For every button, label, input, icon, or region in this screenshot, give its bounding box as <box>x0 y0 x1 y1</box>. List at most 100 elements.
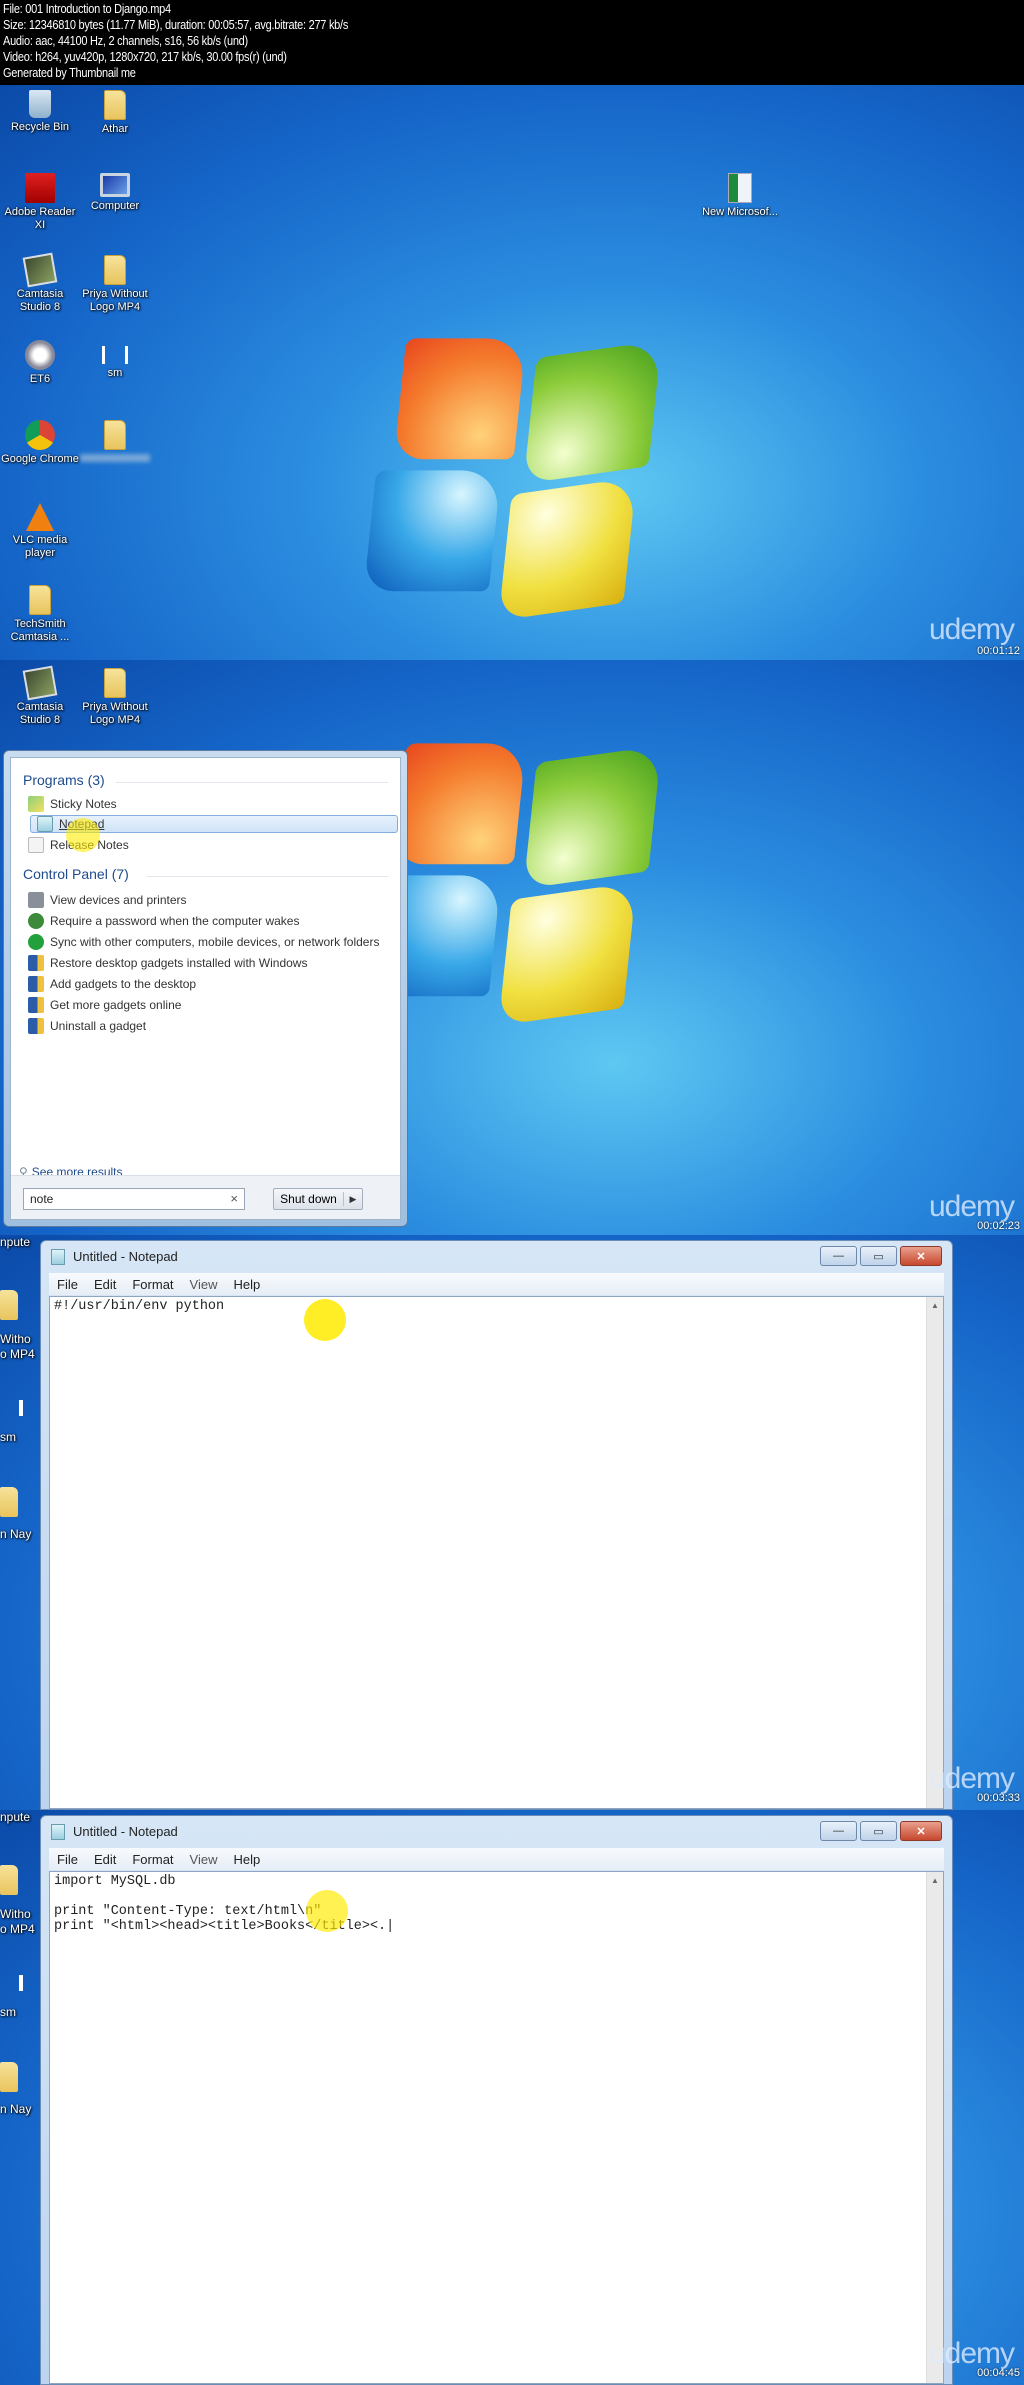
desktop-icon-techsmith[interactable]: TechSmith Camtasia ... <box>0 585 80 644</box>
scroll-up-icon[interactable]: ▲ <box>931 1301 939 1310</box>
vertical-scrollbar[interactable]: ▲ <box>926 1872 943 2383</box>
blurred-label <box>80 454 150 462</box>
notepad-window: Untitled - Notepad — ▭ ✕ File Edit Forma… <box>40 1815 953 2385</box>
desktop-icon-camtasia[interactable]: Camtasia Studio 8 <box>0 252 80 314</box>
text-editor[interactable]: #!/usr/bin/env python ▲ <box>49 1296 944 1809</box>
desktop-icon-priya-folder[interactable]: Priya Without Logo MP4 <box>75 668 155 727</box>
menu-file[interactable]: File <box>57 1277 78 1292</box>
folder-icon <box>29 585 51 615</box>
et6-icon <box>25 340 55 370</box>
notepad-icon <box>37 816 53 832</box>
icon-label: Priya Without Logo MP4 <box>82 701 148 726</box>
sm-icon <box>102 346 128 364</box>
frame-1-desktop: Recycle Bin Athar Adobe Reader XI Comput… <box>0 85 1024 660</box>
menu-view[interactable]: View <box>190 1277 218 1292</box>
cp-more-gadgets[interactable]: Get more gadgets online <box>28 996 181 1014</box>
folder-icon <box>104 420 126 450</box>
menu-help[interactable]: Help <box>233 1277 260 1292</box>
udemy-watermark: udemy <box>928 1762 1015 1795</box>
strip-label: npute <box>0 1810 31 1824</box>
icon-label: Priya Without Logo MP4 <box>82 288 148 313</box>
cp-sync[interactable]: Sync with other computers, mobile device… <box>28 933 379 951</box>
menu-file[interactable]: File <box>57 1852 78 1867</box>
excel-file-icon <box>728 173 752 203</box>
icon-label: Camtasia Studio 8 <box>16 288 64 313</box>
cursor-highlight <box>306 1890 348 1932</box>
menu-bar: File Edit Format View Help <box>49 1848 944 1870</box>
desktop-icon-et6[interactable]: ET6 <box>0 340 80 386</box>
menu-view[interactable]: View <box>190 1852 218 1867</box>
shutdown-button[interactable]: Shut down ▶ <box>273 1188 363 1210</box>
close-button[interactable]: ✕ <box>900 1246 942 1266</box>
text-editor[interactable]: import MySQL.db print "Content-Type: tex… <box>49 1871 944 2384</box>
minimize-button[interactable]: — <box>820 1246 857 1266</box>
scroll-up-icon[interactable]: ▲ <box>931 1876 939 1885</box>
desktop-icon-vlc[interactable]: VLC media player <box>0 503 80 560</box>
maximize-button[interactable]: ▭ <box>860 1821 897 1841</box>
vertical-scrollbar[interactable]: ▲ <box>926 1297 943 1808</box>
clear-search-icon[interactable]: × <box>230 1191 238 1206</box>
notepad-icon <box>51 1249 65 1265</box>
recycle-bin-icon <box>29 90 51 118</box>
camtasia-icon <box>22 665 58 701</box>
shutdown-options-arrow-icon[interactable]: ▶ <box>344 1194 362 1205</box>
menu-format[interactable]: Format <box>132 1852 173 1867</box>
cp-require-password[interactable]: Require a password when the computer wak… <box>28 912 299 930</box>
frame-4-notepad: npute Witho o MP4 sm n Nay Untitled - No… <box>0 1810 1024 2385</box>
cp-uninstall-gadget[interactable]: Uninstall a gadget <box>28 1017 146 1035</box>
menu-help[interactable]: Help <box>233 1852 260 1867</box>
strip-label: npute <box>0 1235 31 1249</box>
strip-label: o MP4 <box>0 1922 35 1936</box>
video-line: Video: h264, yuv420p, 1280x720, 217 kb/s… <box>3 50 287 64</box>
desktop-icon-priya-folder[interactable]: Priya Without Logo MP4 <box>75 255 155 314</box>
desktop-icon-camtasia[interactable]: Camtasia Studio 8 <box>0 665 80 727</box>
notepad-window: Untitled - Notepad — ▭ ✕ File Edit Forma… <box>40 1240 953 1810</box>
program-sticky-notes[interactable]: Sticky Notes <box>28 795 117 813</box>
cp-view-devices[interactable]: View devices and printers <box>28 891 187 909</box>
start-menu: Programs (3) Sticky Notes Notepad Releas… <box>3 750 408 1227</box>
generator-line: Generated by Thumbnail me <box>3 66 136 80</box>
vlc-icon <box>26 503 54 531</box>
desktop-icon-recycle-bin[interactable]: Recycle Bin <box>0 90 80 134</box>
menu-edit[interactable]: Edit <box>94 1852 116 1867</box>
sticky-notes-icon <box>28 796 44 812</box>
udemy-watermark: udemy <box>928 2337 1015 2370</box>
menu-edit[interactable]: Edit <box>94 1277 116 1292</box>
strip-label: Witho <box>0 1332 31 1346</box>
folder-icon <box>0 2062 18 2092</box>
folder-icon <box>0 1865 18 1895</box>
cp-restore-gadgets[interactable]: Restore desktop gadgets installed with W… <box>28 954 307 972</box>
sm-icon <box>19 1975 23 1991</box>
desktop-icon-computer[interactable]: Computer <box>75 173 155 213</box>
desktop-icon-adobe-reader[interactable]: Adobe Reader XI <box>0 173 80 232</box>
start-search-input[interactable]: note × <box>23 1188 245 1210</box>
notepad-icon <box>51 1824 65 1840</box>
menu-format[interactable]: Format <box>132 1277 173 1292</box>
maximize-button[interactable]: ▭ <box>860 1246 897 1266</box>
timestamp: 00:01:12 <box>977 645 1020 657</box>
cp-add-gadgets[interactable]: Add gadgets to the desktop <box>28 975 196 993</box>
desktop-icon-blurred-folder[interactable] <box>75 420 155 466</box>
document-icon <box>28 837 44 853</box>
icon-label: New Microsof... <box>702 206 778 218</box>
camtasia-icon <box>22 252 58 288</box>
desktop-icon-google-chrome[interactable]: Google Chrome <box>0 420 80 466</box>
strip-label: Witho <box>0 1907 31 1921</box>
gadget-icon <box>28 955 44 971</box>
frame-3-notepad: npute Witho o MP4 sm n Nay Untitled - No… <box>0 1235 1024 1810</box>
icon-label: Camtasia Studio 8 <box>16 701 64 726</box>
editor-content: #!/usr/bin/env python <box>54 1299 225 1314</box>
icon-label: Adobe Reader XI <box>4 206 76 231</box>
desktop-icon-excel-file[interactable]: New Microsof... <box>700 173 780 219</box>
strip-label: sm <box>0 2005 16 2019</box>
desktop-icon-athar[interactable]: Athar <box>75 90 155 136</box>
timestamp: 00:03:33 <box>977 1792 1020 1804</box>
close-button[interactable]: ✕ <box>900 1821 942 1841</box>
windows-logo <box>360 314 670 626</box>
desktop-icon-sm[interactable]: sm <box>75 340 155 380</box>
menu-bar: File Edit Format View Help <box>49 1273 944 1295</box>
gadget-icon <box>28 976 44 992</box>
icon-label: ET6 <box>29 373 51 385</box>
icon-label: TechSmith Camtasia ... <box>10 618 70 643</box>
minimize-button[interactable]: — <box>820 1821 857 1841</box>
